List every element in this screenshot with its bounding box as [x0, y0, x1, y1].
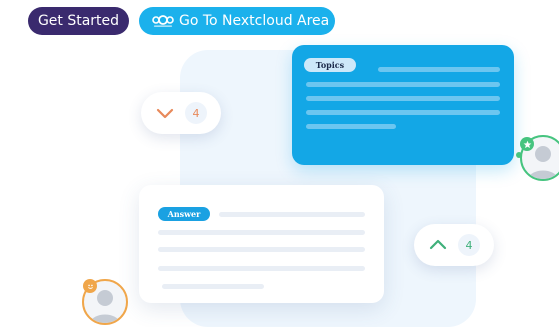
answer-text-line: [158, 247, 365, 252]
nextcloud-logo-icon: [152, 15, 174, 27]
answer-text-line: [219, 212, 365, 217]
upvote-widget[interactable]: 4: [414, 224, 494, 266]
topics-text-line: [306, 110, 500, 115]
star-badge-icon: [520, 137, 534, 151]
answer-card: Answer: [139, 185, 384, 303]
get-started-button[interactable]: Get Started: [28, 7, 129, 35]
downvote-widget[interactable]: 4: [141, 92, 221, 134]
downvote-count: 4: [185, 102, 207, 124]
topics-card: Topics: [292, 45, 514, 165]
topics-text-line: [306, 82, 500, 87]
answer-text-line: [158, 230, 365, 235]
answer-tag: Answer: [158, 207, 210, 221]
answer-text-line: [158, 266, 365, 271]
topics-text-line: [306, 96, 500, 101]
topics-text-line: [378, 67, 500, 72]
status-dot: [516, 152, 522, 158]
chevron-up-icon[interactable]: [428, 238, 448, 252]
smile-badge-icon: [83, 279, 97, 293]
topics-tag: Topics: [304, 58, 356, 72]
nextcloud-area-label: Go To Nextcloud Area: [179, 13, 330, 29]
answer-text-line: [162, 284, 264, 289]
topics-text-line: [306, 124, 396, 129]
upvote-count: 4: [458, 234, 480, 256]
chevron-down-icon[interactable]: [155, 106, 175, 120]
nextcloud-area-button[interactable]: Go To Nextcloud Area: [139, 7, 335, 35]
